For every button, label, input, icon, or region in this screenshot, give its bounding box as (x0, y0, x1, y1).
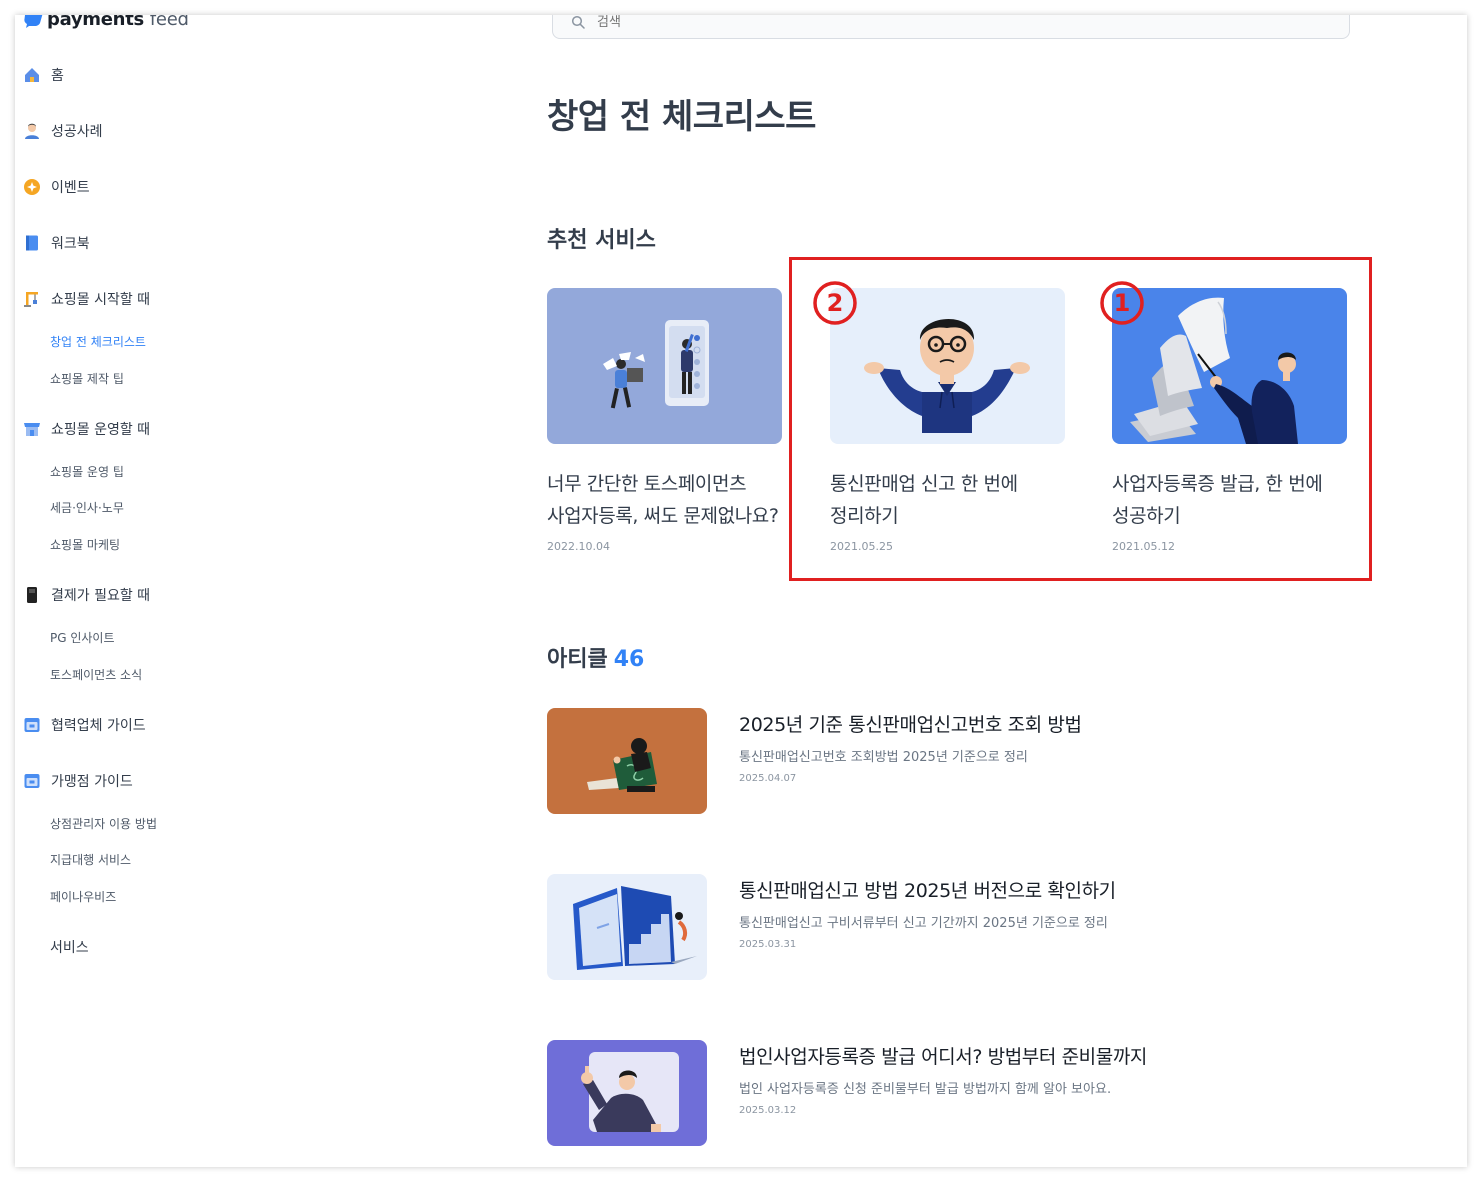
article-thumbnail (547, 874, 707, 980)
sidebar-item-merchant-guide[interactable]: 가맹점 가이드 (23, 771, 133, 791)
sidebar-item-label: 쇼핑몰 운영할 때 (51, 422, 151, 438)
recommended-card[interactable]: 너무 간단한 토스페이먼츠사업자등록, 써도 문제없나요? 2022.10.04 (547, 288, 783, 553)
article-item[interactable]: 2025년 기준 통신판매업신고번호 조회 방법 통신판매업신고번호 조회방법 … (547, 708, 1347, 814)
article-description: 통신판매업신고번호 조회방법 2025년 기준으로 정리 (739, 750, 1028, 765)
illustration-open-book-stairs (547, 874, 707, 980)
sidebar-item-label: 성공사례 (51, 124, 103, 140)
illustration-reading-person (547, 708, 707, 814)
card-thumbnail (547, 288, 782, 444)
card-terminal-icon (27, 587, 37, 603)
sidebar-item-home[interactable]: 홈 (23, 65, 64, 85)
sidebar-subitem-paynow-biz[interactable]: 페이나우비즈 (50, 888, 116, 905)
annotation-number-1: 1 (1100, 281, 1144, 325)
window-icon (24, 774, 40, 788)
article-title: 법인사업자등록증 발급 어디서? 방법부터 준비물까지 (739, 1046, 1148, 1068)
page-frame: payments feed 홈 성공사례 이벤트 워크북 쇼핑몰 시작할 때 창… (15, 15, 1467, 1167)
sidebar-item-label: 협력업체 가이드 (51, 718, 146, 734)
sidebar-item-label: 결제가 필요할 때 (51, 588, 151, 604)
articles-section-title: 아티클 46 (547, 641, 644, 673)
sidebar-subitem-operation-tips[interactable]: 쇼핑몰 운영 팁 (50, 463, 124, 480)
articles-label: 아티클 (547, 647, 608, 672)
sidebar-item-service[interactable]: 서비스 (50, 937, 89, 957)
article-date: 2025.03.12 (739, 1105, 797, 1116)
sidebar-subitem-marketing[interactable]: 쇼핑몰 마케팅 (50, 536, 120, 553)
article-thumbnail (547, 1040, 707, 1146)
sidebar-item-label: 홈 (51, 68, 64, 84)
sidebar-item-label: 가맹점 가이드 (51, 774, 133, 790)
sidebar-item-shop-start[interactable]: 쇼핑몰 시작할 때 (23, 289, 150, 309)
card-title-line1: 너무 간단한 토스페이먼츠 (547, 473, 747, 495)
sidebar-subitem-pg-insight[interactable]: PG 인사이트 (50, 629, 115, 646)
annotation-number-text: 2 (827, 289, 844, 317)
logo-icon (24, 15, 43, 28)
article-item[interactable]: 통신판매업신고 방법 2025년 버전으로 확인하기 통신판매업신고 구비서류부… (547, 874, 1347, 980)
window-icon (24, 718, 40, 732)
article-thumbnail (547, 708, 707, 814)
event-star-icon (24, 179, 40, 195)
book-icon (26, 235, 38, 251)
annotation-number-2: 2 (813, 281, 857, 325)
sidebar-subitem-toss-news[interactable]: 토스페이먼츠 소식 (50, 666, 142, 683)
sidebar-item-success-stories[interactable]: 성공사례 (23, 121, 103, 141)
article-date: 2025.03.31 (739, 939, 797, 950)
article-title: 2025년 기준 통신판매업신고번호 조회 방법 (739, 714, 1082, 736)
articles-count: 46 (613, 647, 645, 672)
search-icon (571, 15, 585, 29)
sidebar-subitem-startup-checklist[interactable]: 창업 전 체크리스트 (50, 333, 146, 350)
store-icon (24, 423, 40, 436)
annotation-highlight-box (789, 257, 1372, 581)
card-title-line2: 사업자등록, 써도 문제없나요? (547, 505, 779, 527)
sidebar-subitem-payout-service[interactable]: 지급대행 서비스 (50, 851, 131, 868)
illustration-people-phone (547, 288, 782, 444)
search-bar[interactable] (552, 15, 1350, 39)
article-description: 통신판매업신고 구비서류부터 신고 기간까지 2025년 기준으로 정리 (739, 916, 1108, 931)
logo[interactable]: payments feed (23, 15, 189, 30)
illustration-man-pointing (547, 1040, 707, 1146)
sidebar-item-label: 쇼핑몰 시작할 때 (51, 292, 151, 308)
article-description: 법인 사업자등록증 신청 준비물부터 발급 방법까지 함께 알아 보아요. (739, 1082, 1112, 1097)
sidebar-subitem-store-admin[interactable]: 상점관리자 이용 방법 (50, 815, 157, 832)
sidebar-item-label: 이벤트 (51, 180, 90, 196)
sidebar-item-shop-operate[interactable]: 쇼핑몰 운영할 때 (23, 419, 150, 439)
page-title: 창업 전 체크리스트 (547, 97, 816, 137)
person-icon (25, 123, 39, 139)
search-input[interactable] (595, 15, 899, 31)
sidebar-item-partner-guide[interactable]: 협력업체 가이드 (23, 715, 146, 735)
sidebar-item-events[interactable]: 이벤트 (23, 177, 90, 197)
article-item[interactable]: 법인사업자등록증 발급 어디서? 방법부터 준비물까지 법인 사업자등록증 신청… (547, 1040, 1347, 1146)
sidebar-subitem-shop-building-tips[interactable]: 쇼핑몰 제작 팁 (50, 370, 124, 387)
article-date: 2025.04.07 (739, 773, 797, 784)
crane-icon (24, 292, 38, 307)
annotation-number-text: 1 (1114, 289, 1131, 317)
sidebar-item-payment-needed[interactable]: 결제가 필요할 때 (23, 585, 150, 605)
sidebar-item-workbook[interactable]: 워크북 (23, 233, 90, 253)
logo-text-bold: payments (47, 15, 144, 30)
recommended-section-title: 추천 서비스 (547, 228, 656, 253)
home-icon (25, 68, 39, 82)
card-date: 2022.10.04 (547, 540, 610, 553)
sidebar-subitem-tax-hr[interactable]: 세금·인사·노무 (50, 499, 124, 516)
sidebar-item-label: 워크북 (51, 236, 90, 252)
article-title: 통신판매업신고 방법 2025년 버전으로 확인하기 (739, 880, 1116, 902)
logo-text-thin: feed (149, 15, 189, 30)
